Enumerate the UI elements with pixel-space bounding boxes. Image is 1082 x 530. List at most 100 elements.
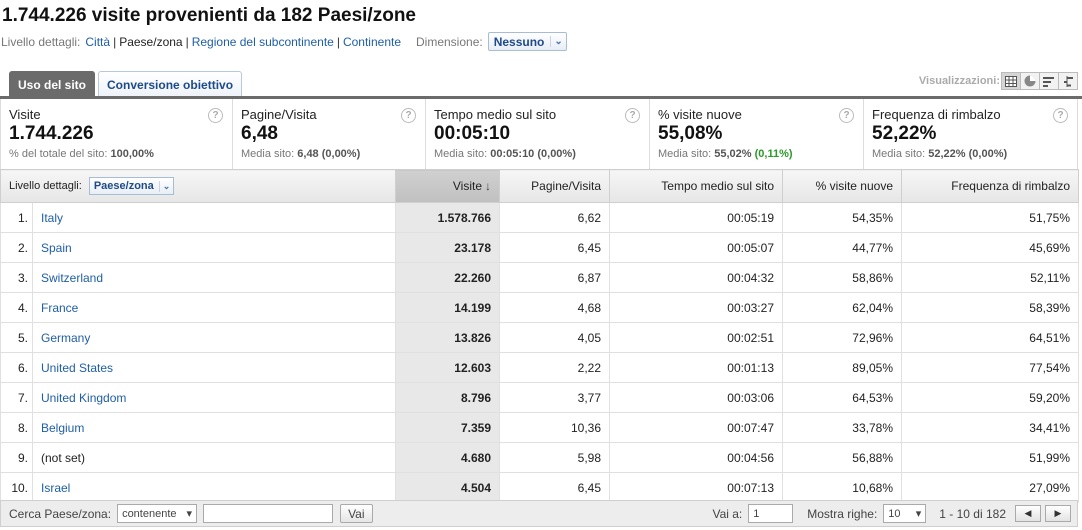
chevron-down-icon: ⌄ bbox=[158, 180, 170, 192]
detail-option-city[interactable]: Città bbox=[85, 35, 110, 49]
chevron-left-icon: ◀ bbox=[1024, 508, 1032, 518]
column-header-visits[interactable]: Visite ↓ bbox=[395, 169, 500, 203]
sort-desc-icon: ↓ bbox=[485, 179, 491, 193]
cell-new-visits: 64,53% bbox=[782, 382, 902, 413]
cell-pages-per-visit: 4,05 bbox=[499, 322, 610, 353]
row-index: 4. bbox=[0, 292, 33, 323]
metric-visits: Visite 1.744.226 % del totale del sito: … bbox=[1, 99, 233, 169]
cell-pages-per-visit: 5,98 bbox=[499, 442, 610, 473]
country-link[interactable]: Belgium bbox=[41, 421, 84, 435]
table-row: 1. Italy 1.578.766 6,62 00:05:19 54,35% 51,75% bbox=[0, 202, 1079, 233]
table-row: 8. Belgium 7.359 10,36 00:07:47 33,78% 34,41% bbox=[0, 412, 1079, 443]
help-icon[interactable]: ? bbox=[208, 108, 223, 123]
detail-level-label: Livello dettagli: bbox=[1, 34, 81, 49]
performance-view-icon[interactable] bbox=[1039, 72, 1059, 90]
column-header-pages-per-visit[interactable]: Pagine/Visita bbox=[499, 169, 610, 203]
cell-pages-per-visit: 10,36 bbox=[499, 412, 610, 443]
tab-site-usage[interactable]: Uso del sito bbox=[9, 71, 96, 97]
cell-bounce-rate: 34,41% bbox=[901, 412, 1079, 443]
cell-pages-per-visit: 3,77 bbox=[499, 382, 610, 413]
visualizations-label: Visualizzazioni: bbox=[918, 75, 1000, 87]
row-index: 2. bbox=[0, 232, 33, 263]
row-index: 8. bbox=[0, 412, 33, 443]
row-index: 5. bbox=[0, 322, 33, 353]
cell-visits: 4.504 bbox=[395, 472, 500, 503]
cell-new-visits: 54,35% bbox=[782, 202, 902, 233]
detail-option-continent[interactable]: Continente bbox=[343, 35, 401, 49]
cell-pages-per-visit: 2,22 bbox=[499, 352, 610, 383]
visualizations-bar: Visualizzazioni: bbox=[919, 72, 1078, 90]
cell-pages-per-visit: 6,45 bbox=[499, 472, 610, 503]
cell-new-visits: 89,05% bbox=[782, 352, 902, 383]
pagination-range: 1 - 10 di 182 bbox=[939, 506, 1006, 521]
chevron-down-icon: ▾ bbox=[915, 508, 922, 520]
previous-page-button[interactable]: ◀ bbox=[1015, 505, 1041, 522]
column-header-bounce-rate[interactable]: Frequenza di rimbalzo bbox=[901, 169, 1079, 203]
cell-new-visits: 58,86% bbox=[782, 262, 902, 293]
metrics-summary: Visite 1.744.226 % del totale del sito: … bbox=[0, 99, 1078, 169]
table-row: 6. United States 12.603 2,22 00:01:13 89,05% 7… bbox=[0, 352, 1079, 383]
country-link[interactable]: France bbox=[41, 301, 78, 315]
match-type-select[interactable]: contenente ▾ bbox=[117, 504, 198, 523]
search-input[interactable] bbox=[203, 504, 334, 523]
goto-label: Vai a: bbox=[712, 506, 743, 521]
cell-visits: 4.680 bbox=[395, 442, 500, 473]
cell-new-visits: 56,88% bbox=[782, 442, 902, 473]
rows-per-page-select[interactable]: 10 ▾ bbox=[883, 504, 927, 523]
cell-visits: 1.578.766 bbox=[395, 202, 500, 233]
search-label: Cerca Paese/zona: bbox=[9, 506, 112, 521]
cell-pages-per-visit: 6,87 bbox=[499, 262, 610, 293]
go-button[interactable]: Vai bbox=[340, 504, 373, 523]
cell-bounce-rate: 52,11% bbox=[901, 262, 1079, 293]
data-table: Livello dettagli: Paese/zona ⌄ Visite ↓ Pa… bbox=[0, 169, 1079, 503]
cell-avg-time: 00:01:13 bbox=[609, 352, 783, 383]
help-icon[interactable]: ? bbox=[1053, 108, 1068, 123]
pie-view-icon[interactable] bbox=[1020, 72, 1040, 90]
cell-visits: 8.796 bbox=[395, 382, 500, 413]
dimension-select[interactable]: Nessuno ⌄ bbox=[487, 32, 567, 51]
cell-avg-time: 00:03:06 bbox=[609, 382, 783, 413]
country-link[interactable]: Italy bbox=[41, 211, 63, 225]
detail-option-country: Paese/zona bbox=[119, 34, 183, 49]
tab-goal-conversion[interactable]: Conversione obiettivo bbox=[98, 71, 243, 97]
comparison-view-icon[interactable] bbox=[1058, 72, 1078, 90]
row-index: 6. bbox=[0, 352, 33, 383]
table-footer: Cerca Paese/zona: contenente ▾ Vai Vai a:… bbox=[0, 500, 1078, 527]
country-link[interactable]: Israel bbox=[41, 481, 70, 495]
cell-visits: 12.603 bbox=[395, 352, 500, 383]
detail-level-bar: Livello dettagli: Città | Paese/zona | R… bbox=[1, 32, 567, 51]
table-view-icon[interactable] bbox=[1001, 72, 1021, 90]
next-page-button[interactable]: ▶ bbox=[1045, 505, 1071, 522]
table-row: 2. Spain 23.178 6,45 00:05:07 44,77% 45,69% bbox=[0, 232, 1079, 263]
cell-visits: 23.178 bbox=[395, 232, 500, 263]
chevron-down-icon: ▾ bbox=[186, 508, 193, 520]
column-header-new-visits[interactable]: % visite nuove bbox=[782, 169, 902, 203]
cell-avg-time: 00:07:47 bbox=[609, 412, 783, 443]
country-link[interactable]: Spain bbox=[41, 241, 72, 255]
table-row: 9. (not set) 4.680 5,98 00:04:56 56,88% 51,99% bbox=[0, 442, 1079, 473]
column-header-avg-time[interactable]: Tempo medio sul sito bbox=[609, 169, 783, 203]
country-link[interactable]: United Kingdom bbox=[41, 391, 126, 405]
cell-bounce-rate: 27,09% bbox=[901, 472, 1079, 503]
cell-bounce-rate: 51,75% bbox=[901, 202, 1079, 233]
help-icon[interactable]: ? bbox=[625, 108, 640, 123]
cell-bounce-rate: 77,54% bbox=[901, 352, 1079, 383]
country-link[interactable]: Germany bbox=[41, 331, 90, 345]
cell-avg-time: 00:07:13 bbox=[609, 472, 783, 503]
cell-visits: 13.826 bbox=[395, 322, 500, 353]
country-link[interactable]: United States bbox=[41, 361, 113, 375]
detail-option-subcontinent[interactable]: Regione del subcontinente bbox=[192, 35, 334, 49]
table-detail-select[interactable]: Paese/zona ⌄ bbox=[88, 177, 175, 195]
cell-avg-time: 00:04:32 bbox=[609, 262, 783, 293]
goto-page-input[interactable]: 1 bbox=[748, 504, 794, 523]
row-index: 10. bbox=[0, 472, 33, 503]
country-link[interactable]: Switzerland bbox=[41, 271, 103, 285]
cell-new-visits: 62,04% bbox=[782, 292, 902, 323]
cell-pages-per-visit: 6,62 bbox=[499, 202, 610, 233]
cell-visits: 22.260 bbox=[395, 262, 500, 293]
cell-avg-time: 00:05:07 bbox=[609, 232, 783, 263]
help-icon[interactable]: ? bbox=[839, 108, 854, 123]
help-icon[interactable]: ? bbox=[401, 108, 416, 123]
cell-visits: 14.199 bbox=[395, 292, 500, 323]
chevron-down-icon: ⌄ bbox=[550, 36, 563, 47]
